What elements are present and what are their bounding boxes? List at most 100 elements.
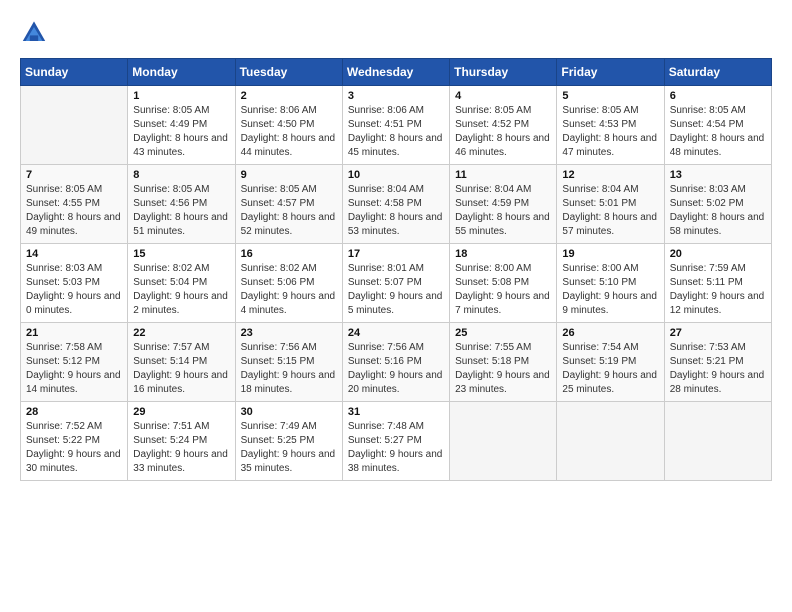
day-number: 25 — [455, 327, 551, 339]
day-number: 7 — [26, 169, 122, 181]
day-info: Sunrise: 7:56 AMSunset: 5:16 PMDaylight:… — [348, 341, 444, 397]
day-info: Sunrise: 7:59 AMSunset: 5:11 PMDaylight:… — [670, 262, 766, 318]
day-number: 31 — [348, 406, 444, 418]
day-number: 21 — [26, 327, 122, 339]
day-number: 8 — [133, 169, 229, 181]
calendar-cell: 4 Sunrise: 8:05 AMSunset: 4:52 PMDaylight… — [450, 86, 557, 165]
day-number: 9 — [241, 169, 337, 181]
day-info: Sunrise: 7:56 AMSunset: 5:15 PMDaylight:… — [241, 341, 337, 397]
calendar-cell: 14Sunrise: 8:03 AMSunset: 5:03 PMDayligh… — [21, 244, 128, 323]
day-number: 6 — [670, 90, 766, 102]
day-info: Sunrise: 7:51 AMSunset: 5:24 PMDaylight:… — [133, 420, 229, 476]
calendar-cell: 19 Sunrise: 8:00 AMSunset: 5:10 PMDayligh… — [557, 244, 664, 323]
day-number: 23 — [241, 327, 337, 339]
day-number: 13 — [670, 169, 766, 181]
calendar-cell: 5 Sunrise: 8:05 AMSunset: 4:53 PMDaylight… — [557, 86, 664, 165]
weekday-header: Tuesday — [235, 59, 342, 86]
day-info: Sunrise: 7:55 AMSunset: 5:18 PMDaylight:… — [455, 341, 551, 397]
day-info: Sunrise: 8:05 AMSunset: 4:53 PMDaylight:… — [562, 104, 658, 160]
calendar-cell: 15Sunrise: 8:02 AMSunset: 5:04 PMDayligh… — [128, 244, 235, 323]
calendar-cell: 9Sunrise: 8:05 AMSunset: 4:57 PMDaylight… — [235, 165, 342, 244]
day-number: 27 — [670, 327, 766, 339]
day-number: 2 — [241, 90, 337, 102]
day-number: 16 — [241, 248, 337, 260]
weekday-header: Friday — [557, 59, 664, 86]
calendar-week-row: 21 Sunrise: 7:58 AMSunset: 5:12 PMDayligh… — [21, 323, 772, 402]
calendar-cell: 27 Sunrise: 7:53 AMSunset: 5:21 PMDayligh… — [664, 323, 771, 402]
calendar-week-row: 1 Sunrise: 8:05 AMSunset: 4:49 PMDaylight… — [21, 86, 772, 165]
calendar-cell: 1 Sunrise: 8:05 AMSunset: 4:49 PMDaylight… — [128, 86, 235, 165]
day-info: Sunrise: 8:00 AMSunset: 5:10 PMDaylight:… — [562, 262, 658, 318]
calendar-cell: 12Sunrise: 8:04 AMSunset: 5:01 PMDayligh… — [557, 165, 664, 244]
calendar-cell — [450, 402, 557, 481]
day-info: Sunrise: 8:05 AMSunset: 4:52 PMDaylight:… — [455, 104, 551, 160]
page-header — [20, 20, 772, 48]
day-info: Sunrise: 7:57 AMSunset: 5:14 PMDaylight:… — [133, 341, 229, 397]
day-info: Sunrise: 8:04 AMSunset: 4:59 PMDaylight:… — [455, 183, 551, 239]
day-number: 30 — [241, 406, 337, 418]
calendar-cell — [664, 402, 771, 481]
day-number: 17 — [348, 248, 444, 260]
day-info: Sunrise: 7:52 AMSunset: 5:22 PMDaylight:… — [26, 420, 122, 476]
day-number: 11 — [455, 169, 551, 181]
calendar-cell: 6Sunrise: 8:05 AMSunset: 4:54 PMDaylight… — [664, 86, 771, 165]
calendar-table: SundayMondayTuesdayWednesdayThursdayFrid… — [20, 58, 772, 481]
day-number: 26 — [562, 327, 658, 339]
calendar-cell — [21, 86, 128, 165]
day-info: Sunrise: 8:01 AMSunset: 5:07 PMDaylight:… — [348, 262, 444, 318]
weekday-header: Saturday — [664, 59, 771, 86]
day-number: 19 — [562, 248, 658, 260]
logo — [20, 20, 52, 48]
day-number: 3 — [348, 90, 444, 102]
calendar-cell: 20Sunrise: 7:59 AMSunset: 5:11 PMDayligh… — [664, 244, 771, 323]
day-info: Sunrise: 8:02 AMSunset: 5:06 PMDaylight:… — [241, 262, 337, 318]
weekday-header: Sunday — [21, 59, 128, 86]
day-info: Sunrise: 7:49 AMSunset: 5:25 PMDaylight:… — [241, 420, 337, 476]
calendar-cell: 18 Sunrise: 8:00 AMSunset: 5:08 PMDayligh… — [450, 244, 557, 323]
calendar-cell: 10Sunrise: 8:04 AMSunset: 4:58 PMDayligh… — [342, 165, 449, 244]
calendar-cell — [557, 402, 664, 481]
weekday-header: Wednesday — [342, 59, 449, 86]
calendar-cell: 26 Sunrise: 7:54 AMSunset: 5:19 PMDayligh… — [557, 323, 664, 402]
day-info: Sunrise: 8:00 AMSunset: 5:08 PMDaylight:… — [455, 262, 551, 318]
day-info: Sunrise: 8:06 AMSunset: 4:50 PMDaylight:… — [241, 104, 337, 160]
day-info: Sunrise: 8:05 AMSunset: 4:49 PMDaylight:… — [133, 104, 229, 160]
day-number: 18 — [455, 248, 551, 260]
day-info: Sunrise: 7:53 AMSunset: 5:21 PMDaylight:… — [670, 341, 766, 397]
calendar-cell: 25 Sunrise: 7:55 AMSunset: 5:18 PMDayligh… — [450, 323, 557, 402]
day-info: Sunrise: 8:05 AMSunset: 4:56 PMDaylight:… — [133, 183, 229, 239]
day-number: 1 — [133, 90, 229, 102]
calendar-cell: 30 Sunrise: 7:49 AMSunset: 5:25 PMDayligh… — [235, 402, 342, 481]
calendar-cell: 7Sunrise: 8:05 AMSunset: 4:55 PMDaylight… — [21, 165, 128, 244]
calendar-cell: 22 Sunrise: 7:57 AMSunset: 5:14 PMDayligh… — [128, 323, 235, 402]
logo-icon — [20, 20, 48, 48]
weekday-header: Thursday — [450, 59, 557, 86]
day-number: 14 — [26, 248, 122, 260]
day-info: Sunrise: 7:58 AMSunset: 5:12 PMDaylight:… — [26, 341, 122, 397]
day-info: Sunrise: 8:02 AMSunset: 5:04 PMDaylight:… — [133, 262, 229, 318]
calendar-cell: 21 Sunrise: 7:58 AMSunset: 5:12 PMDayligh… — [21, 323, 128, 402]
day-info: Sunrise: 7:48 AMSunset: 5:27 PMDaylight:… — [348, 420, 444, 476]
calendar-week-row: 7Sunrise: 8:05 AMSunset: 4:55 PMDaylight… — [21, 165, 772, 244]
calendar-week-row: 14Sunrise: 8:03 AMSunset: 5:03 PMDayligh… — [21, 244, 772, 323]
calendar-cell: 29 Sunrise: 7:51 AMSunset: 5:24 PMDayligh… — [128, 402, 235, 481]
calendar-cell: 16 Sunrise: 8:02 AMSunset: 5:06 PMDayligh… — [235, 244, 342, 323]
day-info: Sunrise: 8:06 AMSunset: 4:51 PMDaylight:… — [348, 104, 444, 160]
day-number: 28 — [26, 406, 122, 418]
weekday-header-row: SundayMondayTuesdayWednesdayThursdayFrid… — [21, 59, 772, 86]
day-number: 12 — [562, 169, 658, 181]
calendar-cell: 31 Sunrise: 7:48 AMSunset: 5:27 PMDayligh… — [342, 402, 449, 481]
day-number: 22 — [133, 327, 229, 339]
calendar-cell: 28 Sunrise: 7:52 AMSunset: 5:22 PMDayligh… — [21, 402, 128, 481]
day-number: 24 — [348, 327, 444, 339]
day-info: Sunrise: 8:03 AMSunset: 5:02 PMDaylight:… — [670, 183, 766, 239]
day-number: 10 — [348, 169, 444, 181]
calendar-cell: 24 Sunrise: 7:56 AMSunset: 5:16 PMDayligh… — [342, 323, 449, 402]
calendar-cell: 17 Sunrise: 8:01 AMSunset: 5:07 PMDayligh… — [342, 244, 449, 323]
day-info: Sunrise: 7:54 AMSunset: 5:19 PMDaylight:… — [562, 341, 658, 397]
day-number: 29 — [133, 406, 229, 418]
calendar-week-row: 28 Sunrise: 7:52 AMSunset: 5:22 PMDayligh… — [21, 402, 772, 481]
calendar-cell: 2 Sunrise: 8:06 AMSunset: 4:50 PMDaylight… — [235, 86, 342, 165]
day-number: 5 — [562, 90, 658, 102]
day-number: 4 — [455, 90, 551, 102]
